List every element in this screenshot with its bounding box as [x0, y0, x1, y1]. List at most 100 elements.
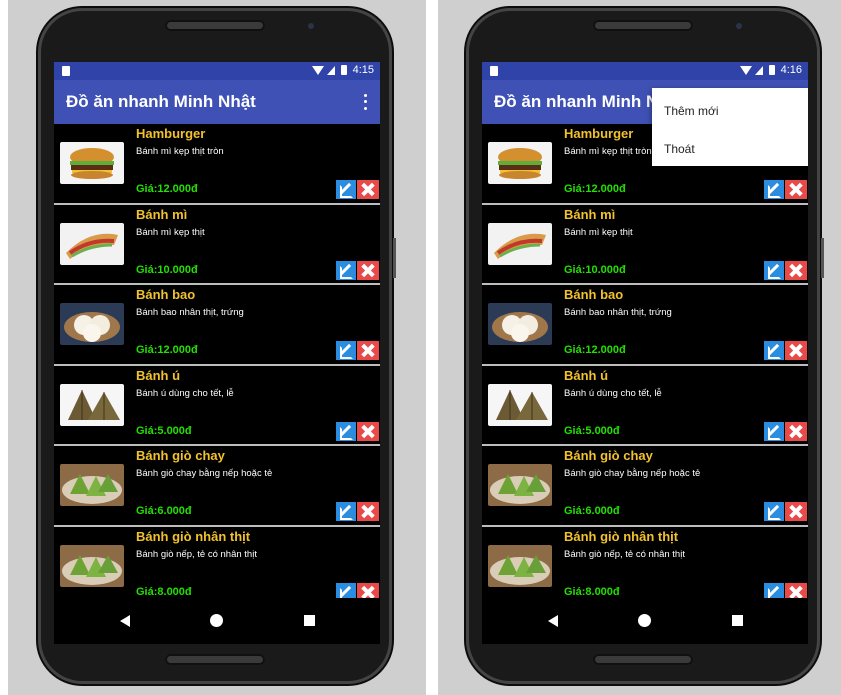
- delete-button[interactable]: [785, 421, 807, 441]
- list-item[interactable]: Bánh giò chay Bánh giò chay bằng nếp hoặ…: [54, 446, 380, 527]
- food-price: Giá:6.000đ: [136, 505, 192, 517]
- overflow-menu: Thêm mới Thoát: [652, 88, 808, 166]
- banh-mi-image: [488, 222, 552, 265]
- home-icon[interactable]: [638, 614, 651, 627]
- edit-button[interactable]: [764, 421, 784, 441]
- phone-frame: 4:15 Đồ ăn nhanh Minh Nhật Hamburger Bán…: [38, 8, 396, 684]
- delete-button[interactable]: [357, 260, 379, 280]
- item-actions: [336, 180, 379, 199]
- edit-button[interactable]: [336, 260, 356, 280]
- food-price: Giá:8.000đ: [564, 585, 620, 598]
- sim-card-icon: [490, 66, 498, 76]
- food-name: Hamburger: [136, 126, 206, 141]
- item-actions: [764, 421, 807, 441]
- banh-u-image: [60, 383, 124, 426]
- side-button: [393, 238, 396, 278]
- menu-item-thoat[interactable]: Thoát: [664, 142, 695, 156]
- recent-apps-icon[interactable]: [304, 615, 315, 626]
- speaker-grille: [593, 20, 693, 31]
- food-name: Hamburger: [564, 126, 634, 141]
- menu-item-them-moi[interactable]: Thêm mới: [664, 104, 719, 118]
- banh-bao-image: [488, 303, 552, 345]
- food-price: Giá:6.000đ: [564, 505, 620, 517]
- list-item[interactable]: Bánh bao Bánh bao nhân thịt, trứng Giá:1…: [482, 285, 808, 366]
- food-name: Bánh giò chay: [564, 448, 653, 463]
- food-price: Giá:5.000đ: [136, 424, 192, 437]
- home-icon[interactable]: [210, 614, 223, 627]
- item-actions: [336, 260, 379, 280]
- edit-button[interactable]: [764, 502, 784, 521]
- food-description: Bánh bao nhân thịt, trứng: [136, 307, 244, 318]
- hamburger-image: [60, 142, 124, 184]
- delete-button[interactable]: [357, 421, 379, 441]
- status-bar: 4:16: [482, 62, 808, 80]
- food-price: Giá:10.000đ: [564, 263, 626, 276]
- item-actions: [764, 260, 807, 280]
- edit-button[interactable]: [764, 180, 784, 199]
- battery-icon: [340, 65, 347, 75]
- food-price: Giá:8.000đ: [136, 585, 192, 598]
- food-name: Bánh bao: [564, 287, 624, 302]
- edit-button[interactable]: [336, 421, 356, 441]
- list-item[interactable]: Bánh ú Bánh ú dùng cho tết, lễ Giá:5.000…: [482, 366, 808, 446]
- delete-button[interactable]: [357, 341, 379, 360]
- phone-frame: 4:16 Đồ ăn nhanh Minh Nhật Thêm mới Thoá…: [466, 8, 824, 684]
- delete-button[interactable]: [785, 260, 807, 280]
- delete-button[interactable]: [785, 341, 807, 360]
- list-item[interactable]: Hamburger Bánh mì kẹp thịt tròn Giá:12.0…: [54, 124, 380, 205]
- food-description: Bánh giò nếp, tẻ có nhân thịt: [136, 548, 257, 560]
- food-name: Bánh giò nhân thịt: [564, 528, 679, 544]
- edit-button[interactable]: [336, 341, 356, 360]
- banh-u-image: [488, 383, 552, 426]
- list-item[interactable]: Bánh bao Bánh bao nhân thịt, trứng Giá:1…: [54, 285, 380, 366]
- back-icon[interactable]: [120, 615, 130, 627]
- food-price: Giá:5.000đ: [564, 424, 620, 437]
- app-title: Đồ ăn nhanh Minh Nhật: [66, 92, 256, 111]
- app-bar: Đồ ăn nhanh Minh Nhật: [54, 80, 380, 124]
- food-name: Bánh mì: [136, 206, 188, 222]
- status-time: 4:16: [780, 64, 802, 76]
- back-icon[interactable]: [548, 615, 558, 627]
- food-description: Bánh giò chay bằng nếp hoặc tẻ: [564, 468, 701, 479]
- wifi-icon: [739, 65, 752, 75]
- food-price: Giá:12.000đ: [136, 344, 198, 356]
- list-item[interactable]: Bánh giò nhân thịt Bánh giò nếp, tẻ có n…: [54, 527, 380, 607]
- food-description: Bánh ú dùng cho tết, lễ: [136, 387, 234, 399]
- food-price: Giá:10.000đ: [136, 263, 198, 276]
- item-actions: [336, 341, 379, 360]
- speaker-grille: [165, 20, 265, 31]
- delete-button[interactable]: [357, 502, 379, 521]
- list-item[interactable]: Bánh giò nhân thịt Bánh giò nếp, tẻ có n…: [482, 527, 808, 607]
- edit-button[interactable]: [764, 341, 784, 360]
- item-actions: [336, 502, 379, 521]
- side-button: [821, 238, 824, 278]
- food-name: Bánh giò chay: [136, 448, 225, 463]
- recent-apps-icon[interactable]: [732, 615, 743, 626]
- food-description: Bánh giò nếp, tẻ có nhân thịt: [564, 548, 685, 560]
- status-bar: 4:15: [54, 62, 380, 80]
- banh-gio-image: [60, 544, 124, 587]
- edit-button[interactable]: [764, 260, 784, 280]
- food-list: Hamburger Bánh mì kẹp thịt tròn Giá:12.0…: [482, 124, 808, 607]
- signal-icon: [326, 65, 335, 75]
- food-description: Bánh giò chay bằng nếp hoặc tẻ: [136, 468, 273, 479]
- delete-button[interactable]: [785, 502, 807, 521]
- front-camera: [736, 23, 742, 29]
- delete-button[interactable]: [785, 180, 807, 199]
- bottom-speaker: [593, 654, 693, 665]
- delete-button[interactable]: [357, 180, 379, 199]
- overflow-menu-button[interactable]: [360, 92, 370, 112]
- list-item[interactable]: Bánh giò chay Bánh giò chay bằng nếp hoặ…: [482, 446, 808, 527]
- list-item[interactable]: Bánh ú Bánh ú dùng cho tết, lễ Giá:5.000…: [54, 366, 380, 446]
- nav-bar: [482, 598, 808, 644]
- food-list: Hamburger Bánh mì kẹp thịt tròn Giá:12.0…: [54, 124, 380, 607]
- banh-gio-image: [60, 464, 124, 506]
- edit-button[interactable]: [336, 502, 356, 521]
- list-item[interactable]: Bánh mì Bánh mì kẹp thịt Giá:10.000đ: [482, 205, 808, 285]
- food-name: Bánh ú: [564, 367, 609, 383]
- list-item[interactable]: Bánh mì Bánh mì kẹp thịt Giá:10.000đ: [54, 205, 380, 285]
- food-name: Bánh mì: [564, 206, 616, 222]
- edit-button[interactable]: [336, 180, 356, 199]
- item-actions: [764, 502, 807, 521]
- phone-screen: 4:16 Đồ ăn nhanh Minh Nhật Thêm mới Thoá…: [482, 62, 808, 644]
